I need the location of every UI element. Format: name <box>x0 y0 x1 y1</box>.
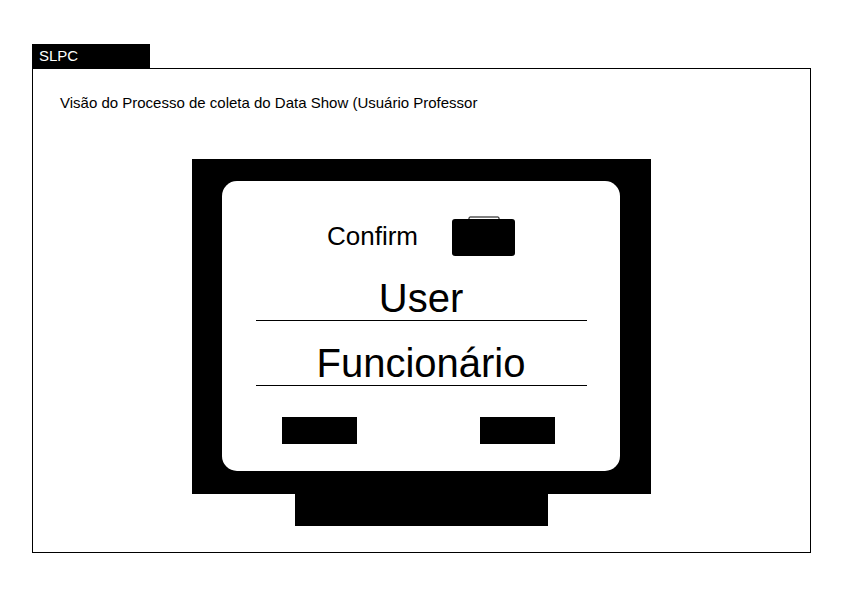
screen-field[interactable]: User <box>256 276 587 321</box>
confirm-label: Confirm <box>327 220 418 252</box>
monitor-body: Confirm User Funcionário <box>192 159 651 494</box>
left-button[interactable] <box>282 417 357 444</box>
screen-buttons <box>222 417 620 444</box>
frame-title: Visão do Processo de coleta do Data Show… <box>60 93 810 113</box>
screen-field[interactable]: Funcionário <box>256 341 587 386</box>
monitor-screen: Confirm User Funcionário <box>222 181 620 471</box>
wireframe-frame: Visão do Processo de coleta do Data Show… <box>32 68 811 553</box>
monitor-stand <box>295 494 548 526</box>
monitor: Confirm User Funcionário <box>192 159 651 526</box>
right-button[interactable] <box>480 417 555 444</box>
confirm-row: Confirm <box>327 216 515 256</box>
wireframe-page: SLPC Visão do Processo de coleta do Data… <box>0 0 843 597</box>
frame-tab: SLPC <box>32 44 150 68</box>
briefcase-icon[interactable] <box>452 216 515 256</box>
